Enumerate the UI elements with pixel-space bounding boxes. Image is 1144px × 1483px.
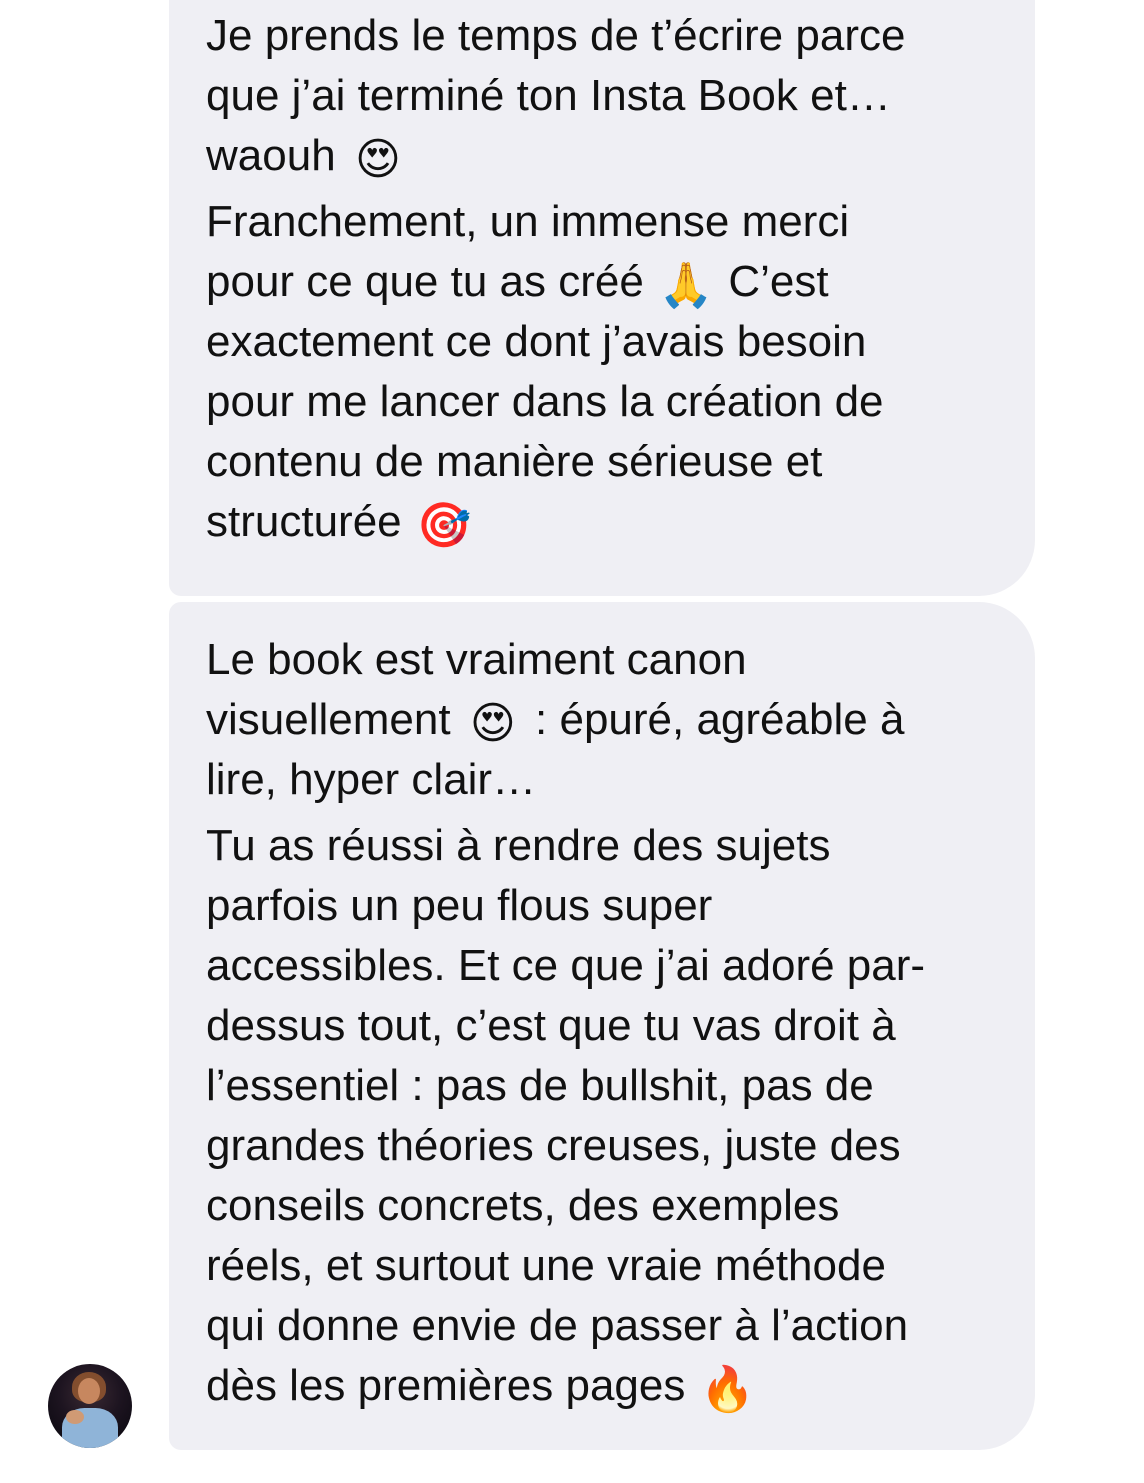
line-text: : épuré, agréable à: [535, 695, 905, 744]
text-line: Franchement, un immense merci: [206, 192, 1005, 252]
text-line: pour ce que tu as créé 🙏 C’est: [206, 252, 1005, 312]
avatar-figure-hand: [66, 1410, 84, 1424]
line-text: grandes théories creuses, juste des: [206, 1121, 901, 1170]
paragraph: Je prends le temps de t’écrire parce que…: [206, 6, 1005, 186]
line-text: Je prends le temps de t’écrire parce: [206, 11, 906, 60]
line-text: Le book est vraiment canon: [206, 635, 747, 684]
folded-hands-emoji-icon: 🙏: [658, 260, 714, 311]
text-line: qui donne envie de passer à l’action: [206, 1296, 1005, 1356]
text-line: parfois un peu flous super: [206, 876, 1005, 936]
line-text: contenu de manière sérieuse et: [206, 437, 823, 486]
line-text: que j’ai terminé ton Insta Book et…: [206, 71, 891, 120]
text-line: waouh 😍: [206, 126, 1005, 186]
line-text: pour ce que tu as créé: [206, 257, 644, 306]
line-text: structurée: [206, 497, 402, 546]
line-text: visuellement: [206, 695, 451, 744]
text-line: exactement ce dont j’avais besoin: [206, 312, 1005, 372]
fire-emoji-icon: 🔥: [700, 1364, 755, 1415]
line-text: Franchement, un immense merci: [206, 197, 850, 246]
direct-hit-emoji-icon: 🎯: [416, 500, 472, 551]
line-text: dès les premières pages: [206, 1361, 686, 1410]
text-line: conseils concrets, des exemples: [206, 1176, 1005, 1236]
line-text: Tu as réussi à rendre des sujets: [206, 821, 831, 870]
line-text: waouh: [206, 131, 336, 180]
text-line: Le book est vraiment canon: [206, 630, 1005, 690]
line-text: pour me lancer dans la création de: [206, 377, 884, 426]
line-text: exactement ce dont j’avais besoin: [206, 317, 867, 366]
text-line: que j’ai terminé ton Insta Book et…: [206, 66, 1005, 126]
line-text: dessus tout, c’est que tu vas droit à: [206, 1001, 896, 1050]
text-line: structurée 🎯: [206, 492, 1005, 552]
message-thread: Je prends le temps de t’écrire parce que…: [0, 0, 1144, 1483]
paragraph: Franchement, un immense merci pour ce qu…: [206, 192, 1005, 552]
text-line: Tu as réussi à rendre des sujets: [206, 816, 1005, 876]
text-line: réels, et surtout une vraie méthode: [206, 1236, 1005, 1296]
line-text: conseils concrets, des exemples: [206, 1181, 840, 1230]
line-text: lire, hyper clair…: [206, 755, 537, 804]
text-line: accessibles. Et ce que j’ai adoré par-: [206, 936, 1005, 996]
heart-eyes-emoji-icon: 😍: [469, 698, 516, 749]
sender-avatar-icon[interactable]: [48, 1364, 132, 1448]
line-text: réels, et surtout une vraie méthode: [206, 1241, 886, 1290]
line-text: qui donne envie de passer à l’action: [206, 1301, 909, 1350]
paragraph: Le book est vraiment canon visuellement …: [206, 630, 1005, 810]
heart-eyes-emoji-icon: 😍: [354, 134, 401, 185]
line-text: l’essentiel : pas de bullshit, pas de: [206, 1061, 874, 1110]
text-line: dès les premières pages 🔥: [206, 1356, 1005, 1416]
text-line: visuellement 😍 : épuré, agréable à: [206, 690, 1005, 750]
line-text: C’est: [728, 257, 829, 306]
message-bubble-1[interactable]: Je prends le temps de t’écrire parce que…: [169, 0, 1035, 596]
paragraph: Tu as réussi à rendre des sujets parfois…: [206, 816, 1005, 1416]
text-line: contenu de manière sérieuse et: [206, 432, 1005, 492]
text-line: pour me lancer dans la création de: [206, 372, 1005, 432]
text-line: dessus tout, c’est que tu vas droit à: [206, 996, 1005, 1056]
line-text: accessibles. Et ce que j’ai adoré par-: [206, 941, 926, 990]
avatar-figure-head: [78, 1378, 100, 1404]
text-line: lire, hyper clair…: [206, 750, 1005, 810]
line-text: parfois un peu flous super: [206, 881, 713, 930]
text-line: grandes théories creuses, juste des: [206, 1116, 1005, 1176]
text-line: l’essentiel : pas de bullshit, pas de: [206, 1056, 1005, 1116]
message-bubble-2[interactable]: Le book est vraiment canon visuellement …: [169, 602, 1035, 1450]
text-line: Je prends le temps de t’écrire parce: [206, 6, 1005, 66]
